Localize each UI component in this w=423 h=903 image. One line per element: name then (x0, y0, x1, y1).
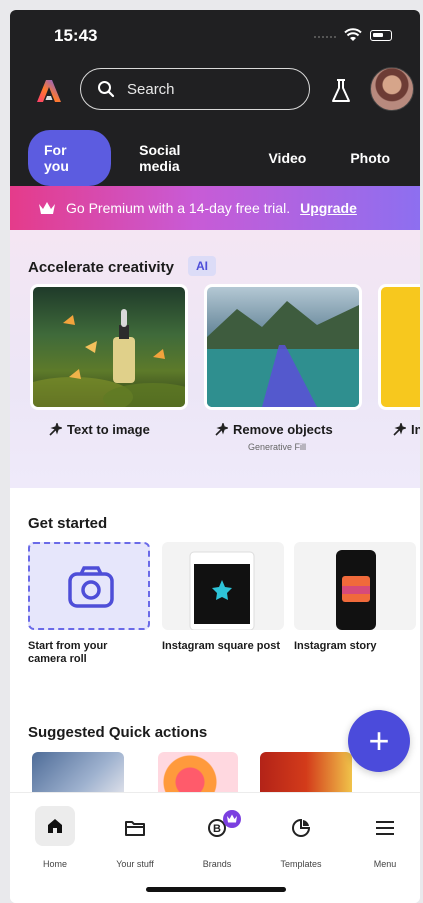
crown-badge-icon (223, 810, 241, 828)
nav-menu-label: Menu (373, 859, 397, 869)
top-header: 15:43 Search For you Social media Video … (10, 10, 420, 186)
banner-text: Go Premium with a 14-day free trial. (66, 200, 291, 216)
battery-icon (370, 29, 392, 41)
instagram-story-label: Instagram story (294, 640, 377, 652)
instagram-square-tile[interactable] (162, 542, 284, 631)
instagram-story-tile[interactable] (294, 542, 416, 630)
search-icon (98, 81, 115, 98)
home-indicator[interactable] (146, 887, 286, 892)
camera-roll-tile[interactable] (28, 542, 150, 630)
instagram-story-preview (336, 550, 376, 630)
signal-icon (314, 36, 336, 40)
crown-icon (39, 202, 55, 214)
camera-roll-label: Start from your camera roll (28, 640, 108, 665)
nav-templates-label: Templates (280, 859, 322, 869)
sparkle-icon (215, 422, 228, 436)
tab-for-you[interactable]: For you (28, 130, 112, 186)
text-to-image-thumbnail (33, 309, 185, 407)
status-icons (314, 28, 392, 42)
create-fab-button[interactable]: + (348, 710, 410, 772)
category-tabs: For you Social media Video Photo (28, 130, 420, 186)
remove-objects-thumbnail (207, 301, 359, 407)
third-ai-text: In (411, 422, 420, 437)
app-screen: 15:43 Search For you Social media Video … (10, 10, 420, 903)
search-placeholder: Search (127, 80, 175, 98)
premium-banner[interactable]: Go Premium with a 14-day free trial. Upg… (10, 186, 420, 230)
tab-social-media[interactable]: Social media (125, 130, 238, 186)
third-ai-card[interactable] (378, 284, 420, 410)
nav-templates[interactable]: Templates (266, 813, 336, 869)
ai-badge: AI (188, 256, 216, 276)
third-ai-label: In (392, 422, 420, 437)
svg-text:B: B (213, 823, 221, 835)
sparkle-icon (393, 422, 406, 436)
nav-home[interactable]: Home (20, 805, 90, 869)
text-to-image-label: Text to image (48, 422, 150, 437)
quick-actions-title: Suggested Quick actions (28, 724, 208, 741)
remove-objects-card[interactable] (204, 284, 362, 410)
nav-your-stuff-label: Your stuff (116, 859, 154, 869)
folder-icon (125, 821, 145, 836)
wifi-icon (344, 28, 362, 41)
text-to-image-card[interactable] (30, 284, 188, 410)
adobe-express-logo[interactable] (36, 78, 62, 104)
home-icon (48, 818, 62, 833)
menu-icon (376, 821, 394, 835)
nav-your-stuff[interactable]: Your stuff (100, 813, 170, 869)
instagram-square-label: Instagram square post (162, 640, 280, 652)
avatar[interactable] (370, 67, 414, 111)
search-input[interactable]: Search (80, 68, 310, 110)
remove-objects-label: Remove objects (214, 422, 333, 437)
camera-icon (68, 566, 114, 608)
tab-photo[interactable]: Photo (336, 138, 404, 178)
status-time: 15:43 (54, 26, 98, 45)
tab-video[interactable]: Video (254, 138, 320, 178)
instagram-square-preview (189, 551, 255, 631)
flask-icon[interactable] (330, 78, 352, 104)
text-to-image-text: Text to image (67, 422, 150, 437)
accelerate-title: Accelerate creativity (28, 259, 174, 276)
get-started-title: Get started (28, 515, 108, 532)
remove-objects-sub: Generative Fill (248, 442, 307, 452)
sparkle-icon (49, 422, 62, 436)
nav-menu[interactable]: Menu (350, 813, 420, 869)
nav-home-label: Home (42, 859, 67, 869)
nav-brands[interactable]: B Brands (182, 810, 252, 869)
remove-objects-text: Remove objects (233, 422, 333, 437)
upgrade-link[interactable]: Upgrade (300, 200, 357, 216)
nav-brands-label: Brands (202, 859, 232, 869)
templates-icon (292, 818, 311, 837)
